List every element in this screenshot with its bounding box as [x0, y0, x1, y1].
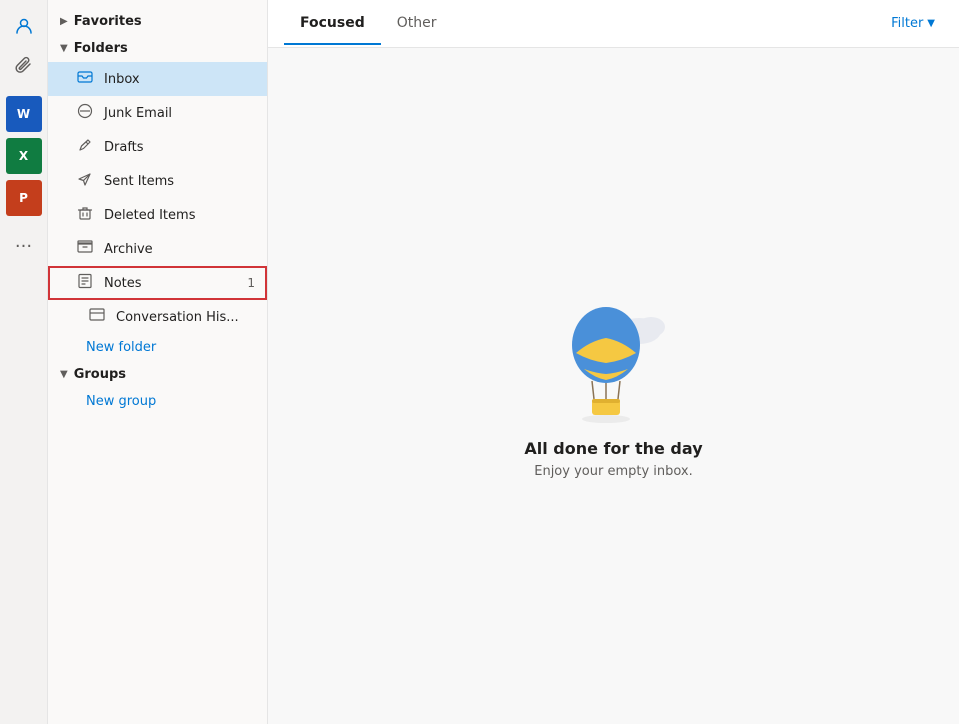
new-group-link[interactable]: New group: [48, 388, 267, 415]
sidebar-item-drafts[interactable]: Drafts: [48, 130, 267, 164]
archive-icon: [76, 239, 94, 259]
empty-inbox-subtitle: Enjoy your empty inbox.: [534, 464, 693, 479]
main-content: Focused Other Filter ▼: [268, 0, 959, 724]
sent-icon: [76, 171, 94, 191]
balloon-illustration: [554, 293, 674, 423]
folders-header[interactable]: ▼ Folders: [48, 35, 267, 62]
inbox-empty-state: All done for the day Enjoy your empty in…: [268, 48, 959, 724]
sidebar-item-archive[interactable]: Archive: [48, 232, 267, 266]
conversation-icon: [88, 307, 106, 327]
icon-rail: W X P ···: [0, 0, 48, 724]
word-app-icon[interactable]: W: [6, 96, 42, 132]
folders-chevron-icon: ▼: [60, 43, 68, 54]
sidebar: ▶ Favorites ▼ Folders Inbox Junk Email: [48, 0, 268, 724]
tab-other[interactable]: Other: [381, 3, 453, 45]
drafts-icon: [76, 137, 94, 157]
groups-chevron-icon: ▼: [60, 369, 68, 380]
notes-icon: [76, 273, 94, 293]
powerpoint-app-icon[interactable]: P: [6, 180, 42, 216]
new-folder-link[interactable]: New folder: [48, 334, 267, 361]
inbox-icon: [76, 69, 94, 89]
sidebar-item-sent[interactable]: Sent Items: [48, 164, 267, 198]
sidebar-item-inbox[interactable]: Inbox: [48, 62, 267, 96]
sidebar-item-notes[interactable]: Notes 1: [48, 266, 267, 300]
junk-icon: [76, 103, 94, 123]
paperclip-icon[interactable]: [6, 48, 42, 84]
sidebar-item-deleted[interactable]: Deleted Items: [48, 198, 267, 232]
sidebar-item-conversation[interactable]: Conversation His...: [48, 300, 267, 334]
sidebar-item-junk[interactable]: Junk Email: [48, 96, 267, 130]
groups-header[interactable]: ▼ Groups: [48, 361, 267, 388]
filter-chevron-icon: ▼: [927, 18, 935, 29]
deleted-icon: [76, 205, 94, 225]
tab-focused[interactable]: Focused: [284, 3, 381, 45]
filter-button[interactable]: Filter ▼: [883, 12, 943, 35]
favorites-header[interactable]: ▶ Favorites: [48, 8, 267, 35]
favorites-chevron-icon: ▶: [60, 16, 68, 27]
empty-inbox-title: All done for the day: [524, 439, 702, 458]
excel-app-icon[interactable]: X: [6, 138, 42, 174]
more-apps-icon[interactable]: ···: [6, 228, 42, 264]
people-icon[interactable]: [6, 8, 42, 44]
tab-bar: Focused Other Filter ▼: [268, 0, 959, 48]
